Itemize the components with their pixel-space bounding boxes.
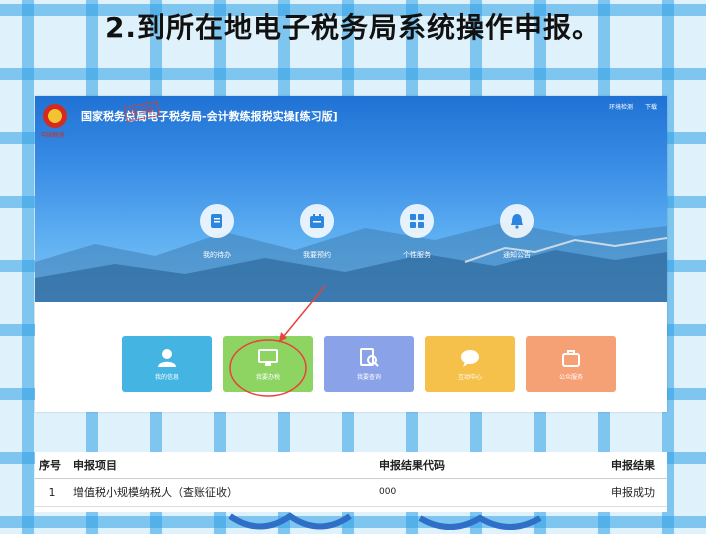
cell-item: 增值税小规模纳税人（查账征收） — [69, 478, 375, 507]
tax-portal-screenshot: 中国税务 国家税务总局电子税务局-会计教练报税实操[练习版] 练习版 环境检测 … — [35, 96, 667, 412]
header-result: 申报结果 — [607, 452, 667, 479]
annotation-circle — [229, 339, 307, 397]
page-heading: 2.到所在地电子税务局系统操作申报。 — [104, 11, 602, 44]
annotation-arrow — [229, 285, 326, 397]
table-header-row: 序号 申报项目 申报结果代码 申报结果 — [35, 452, 667, 479]
cell-no: 1 — [35, 478, 69, 507]
header-no: 序号 — [35, 452, 69, 479]
table-row: 1 增值税小规模纳税人（查账征收） 000 申报成功 — [35, 478, 667, 507]
header-code: 申报结果代码 — [375, 452, 607, 479]
cell-result: 申报成功 — [607, 478, 667, 507]
declaration-result-table: 序号 申报项目 申报结果代码 申报结果 1 增值税小规模纳税人（查账征收） 00… — [35, 452, 667, 512]
cell-code: 000 — [375, 478, 607, 507]
decorative-wave — [228, 512, 542, 530]
header-item: 申报项目 — [69, 452, 375, 479]
